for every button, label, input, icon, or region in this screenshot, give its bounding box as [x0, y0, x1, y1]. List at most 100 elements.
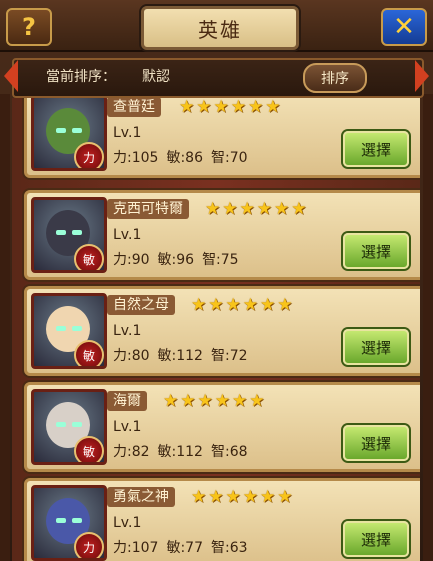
star-icon: ★	[191, 295, 207, 315]
eye-icon	[72, 326, 82, 331]
stat-strength: 力:82	[113, 444, 150, 460]
star-rating: ★ ★ ★ ★ ★ ★	[191, 487, 293, 507]
hero-card[interactable]: 敏海爾 ★ ★ ★ ★ ★ ★ Lv.1 力:82 敏:112 智:68 選擇	[24, 382, 420, 472]
select-button[interactable]: 選擇	[343, 131, 409, 167]
star-icon: ★	[242, 487, 258, 507]
star-icon: ★	[180, 391, 196, 411]
stat-agility: 敏:96	[157, 252, 195, 268]
close-button[interactable]: ✕	[381, 8, 427, 46]
arrow-left-icon	[4, 60, 18, 92]
star-icon: ★	[230, 98, 246, 117]
select-button[interactable]: 選擇	[343, 425, 409, 461]
attribute-badge: 敏	[74, 436, 104, 462]
hero-stats: 力:90 敏:96 智:75	[113, 249, 247, 269]
page-title: 英雄	[141, 6, 299, 50]
star-icon: ★	[249, 391, 265, 411]
star-icon: ★	[239, 199, 255, 219]
hero-name: 海爾	[107, 391, 147, 411]
hero-name: 自然之母	[107, 295, 175, 315]
star-icon: ★	[191, 487, 207, 507]
star-icon: ★	[291, 199, 307, 219]
star-icon: ★	[163, 391, 179, 411]
hero-portrait: 力	[31, 485, 107, 561]
hero-card[interactable]: 敏克西可特爾 ★ ★ ★ ★ ★ ★ Lv.1 力:90 敏:96 智:75 選擇	[24, 190, 420, 280]
hero-window: ? 英雄 ✕ 當前排序： 默認 排序 力查普廷 ★ ★ ★ ★ ★ ★ Lv.1 力:105 敏:…	[0, 0, 433, 561]
star-icon: ★	[208, 487, 224, 507]
hero-stats: 力:80 敏:112 智:72	[113, 345, 256, 365]
hero-card[interactable]: 力勇氣之神 ★ ★ ★ ★ ★ ★ Lv.1 力:107 敏:77 智:63 選擇	[24, 478, 420, 561]
eye-icon	[72, 128, 82, 133]
star-icon: ★	[232, 391, 248, 411]
question-icon: ?	[22, 13, 36, 41]
help-button[interactable]: ?	[6, 8, 52, 46]
star-icon: ★	[260, 487, 276, 507]
eye-icon	[56, 518, 66, 523]
star-rating: ★ ★ ★ ★ ★ ★	[163, 391, 265, 411]
eye-icon	[56, 326, 66, 331]
attribute-badge: 敏	[74, 244, 104, 270]
sort-label: 當前排序：	[46, 69, 116, 85]
eye-icon	[56, 422, 66, 427]
attribute-badge: 力	[74, 532, 104, 558]
star-icon: ★	[225, 295, 241, 315]
stat-intelligence: 智:70	[210, 150, 248, 166]
star-icon: ★	[179, 98, 195, 117]
star-icon: ★	[208, 295, 224, 315]
eye-icon	[56, 230, 66, 235]
attribute-badge: 力	[74, 142, 104, 168]
attribute-badge: 敏	[74, 340, 104, 366]
hero-name: 克西可特爾	[107, 199, 189, 219]
star-icon: ★	[265, 98, 281, 117]
stat-strength: 力:90	[113, 252, 150, 268]
eye-icon	[72, 422, 82, 427]
select-button[interactable]: 選擇	[343, 329, 409, 365]
stat-intelligence: 智:75	[202, 252, 239, 268]
hero-stats: 力:82 敏:112 智:68	[113, 441, 256, 461]
sort-value: 默認	[142, 69, 170, 85]
stat-intelligence: 智:68	[210, 444, 248, 460]
star-icon: ★	[222, 199, 238, 219]
select-button[interactable]: 選擇	[343, 233, 409, 269]
stat-strength: 力:107	[113, 540, 159, 556]
hero-name: 查普廷	[107, 98, 161, 117]
star-icon: ★	[248, 98, 264, 117]
stat-agility: 敏:112	[157, 444, 203, 460]
star-icon: ★	[242, 295, 258, 315]
hero-stats: 力:107 敏:77 智:63	[113, 537, 256, 557]
star-rating: ★ ★ ★ ★ ★ ★	[191, 295, 293, 315]
hero-portrait: 敏	[31, 389, 107, 465]
stat-agility: 敏:86	[166, 150, 203, 166]
close-icon: ✕	[393, 12, 415, 42]
stat-agility: 敏:77	[166, 540, 203, 556]
hero-stats: 力:105 敏:86 智:70	[113, 147, 256, 167]
star-icon: ★	[256, 199, 272, 219]
star-icon: ★	[225, 487, 241, 507]
hero-level: Lv.1	[113, 515, 142, 531]
select-button[interactable]: 選擇	[343, 521, 409, 557]
stat-intelligence: 智:72	[210, 348, 248, 364]
hero-level: Lv.1	[113, 125, 142, 141]
hero-card[interactable]: 敏自然之母 ★ ★ ★ ★ ★ ★ Lv.1 力:80 敏:112 智:72 選擇	[24, 286, 420, 376]
hero-level: Lv.1	[113, 227, 142, 243]
hero-portrait: 敏	[31, 197, 107, 273]
right-rail	[423, 94, 433, 561]
hero-list[interactable]: 力查普廷 ★ ★ ★ ★ ★ ★ Lv.1 力:105 敏:86 智:70 選擇敏克西可特爾 ★ ★ ★ ★ ★…	[12, 98, 420, 561]
stat-strength: 力:80	[113, 348, 150, 364]
top-bar: ? 英雄 ✕	[0, 0, 433, 52]
eye-icon	[72, 230, 82, 235]
stat-intelligence: 智:63	[210, 540, 248, 556]
star-rating: ★ ★ ★ ★ ★ ★	[205, 199, 307, 219]
star-icon: ★	[214, 391, 230, 411]
star-icon: ★	[205, 199, 221, 219]
star-icon: ★	[274, 199, 290, 219]
star-icon: ★	[277, 487, 293, 507]
eye-icon	[56, 128, 66, 133]
hero-card[interactable]: 力查普廷 ★ ★ ★ ★ ★ ★ Lv.1 力:105 敏:86 智:70 選擇	[24, 98, 420, 178]
arrow-right-icon	[415, 60, 429, 92]
star-icon: ★	[277, 295, 293, 315]
sort-button[interactable]: 排序	[303, 63, 367, 93]
star-rating: ★ ★ ★ ★ ★ ★	[179, 98, 281, 117]
eye-icon	[72, 518, 82, 523]
stat-agility: 敏:112	[157, 348, 203, 364]
star-icon: ★	[196, 98, 212, 117]
